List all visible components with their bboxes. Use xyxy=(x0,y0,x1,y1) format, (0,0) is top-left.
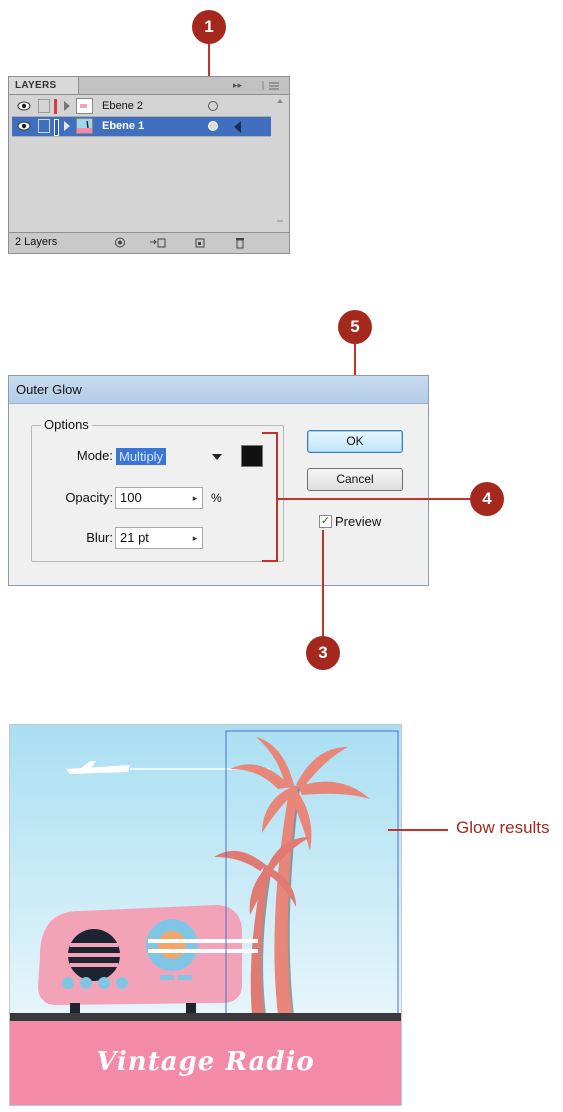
preview-checkbox[interactable]: ✓ xyxy=(319,515,332,528)
trash-icon[interactable] xyxy=(233,236,247,249)
callout-3: 3 xyxy=(306,636,340,670)
opacity-label: Opacity: xyxy=(65,490,113,505)
callout-4: 4 xyxy=(470,482,504,516)
glow-color-swatch[interactable] xyxy=(241,445,263,467)
preview-label[interactable]: Preview xyxy=(335,514,381,529)
artwork-title: Vintage Radio xyxy=(96,1047,315,1077)
mode-select[interactable]: Multiply xyxy=(115,445,229,467)
ground-strip xyxy=(10,1013,401,1021)
dialog-title: Outer Glow xyxy=(16,382,82,397)
artwork-canvas: Vintage Radio xyxy=(9,724,402,1106)
expand-triangle-icon[interactable] xyxy=(64,101,70,111)
callout-4-bracket-bottom xyxy=(262,560,278,562)
blur-label: Blur: xyxy=(86,530,113,545)
opacity-value: 100 xyxy=(120,490,142,505)
ok-button[interactable]: OK xyxy=(307,430,403,453)
layer-row-ebene-1[interactable]: Ebene 1 xyxy=(12,117,271,137)
lock-toggle[interactable] xyxy=(38,99,50,113)
layer-thumbnail xyxy=(76,98,93,114)
layer-name: Ebene 2 xyxy=(102,100,143,112)
lock-toggle[interactable] xyxy=(38,119,50,133)
opacity-stepper-icon[interactable]: ▸ xyxy=(190,491,200,505)
blur-field[interactable]: 21 pt ▸ xyxy=(115,527,203,549)
callout-4-line xyxy=(278,498,474,500)
cancel-button[interactable]: Cancel xyxy=(307,468,403,491)
layer-name: Ebene 1 xyxy=(102,120,145,132)
callout-5: 5 xyxy=(338,310,372,344)
blur-stepper-icon[interactable]: ▸ xyxy=(190,531,200,545)
opacity-unit: % xyxy=(211,491,222,505)
visibility-eye-icon[interactable] xyxy=(17,101,31,111)
layer-color-bar xyxy=(54,119,59,136)
target-circle-icon[interactable] xyxy=(208,101,218,111)
opacity-field[interactable]: 100 ▸ xyxy=(115,487,203,509)
layers-footer: 2 Layers xyxy=(9,232,289,253)
glow-results-label: Glow results xyxy=(456,818,550,837)
mode-label: Mode: xyxy=(76,448,113,463)
create-layer-icon[interactable] xyxy=(193,236,207,249)
radio-icon xyxy=(38,905,258,1013)
layer-thumbnail xyxy=(76,118,93,134)
target-circle-icon[interactable] xyxy=(208,121,218,131)
layer-row-ebene-2[interactable]: Ebene 2 xyxy=(12,97,271,117)
outer-glow-dialog: Outer Glow Options Mode: Multiply Opacit… xyxy=(8,375,429,586)
layer-color-bar xyxy=(54,99,57,114)
tab-layers[interactable]: LAYERS xyxy=(9,77,79,94)
visibility-eye-icon[interactable] xyxy=(17,121,31,131)
mode-select-value: Multiply xyxy=(116,448,167,465)
callout-1: 1 xyxy=(192,10,226,44)
panel-collapse-icon[interactable]: ▸▸ xyxy=(233,77,242,94)
layers-scrollbar[interactable] xyxy=(273,97,287,227)
layers-panel: LAYERS ▸▸ Ebene 2 Ebene 1 2 Layers xyxy=(8,76,290,254)
make-clipping-mask-icon[interactable] xyxy=(113,236,127,249)
panel-menu-icon[interactable] xyxy=(261,77,285,94)
chevron-down-icon[interactable] xyxy=(212,454,222,460)
callout-4-bracket-vertical xyxy=(276,432,278,562)
layer-count: 2 Layers xyxy=(15,236,58,248)
callout-3-line xyxy=(322,530,324,640)
glow-results-line xyxy=(388,829,448,831)
dialog-titlebar[interactable]: Outer Glow xyxy=(9,376,428,404)
selection-square-icon[interactable] xyxy=(234,121,241,133)
create-sublayer-icon[interactable] xyxy=(149,236,167,249)
expand-triangle-icon[interactable] xyxy=(64,121,70,131)
layers-tabbar: LAYERS ▸▸ xyxy=(9,77,289,95)
blur-value: 21 pt xyxy=(120,530,149,545)
options-group-label: Options xyxy=(41,417,92,432)
